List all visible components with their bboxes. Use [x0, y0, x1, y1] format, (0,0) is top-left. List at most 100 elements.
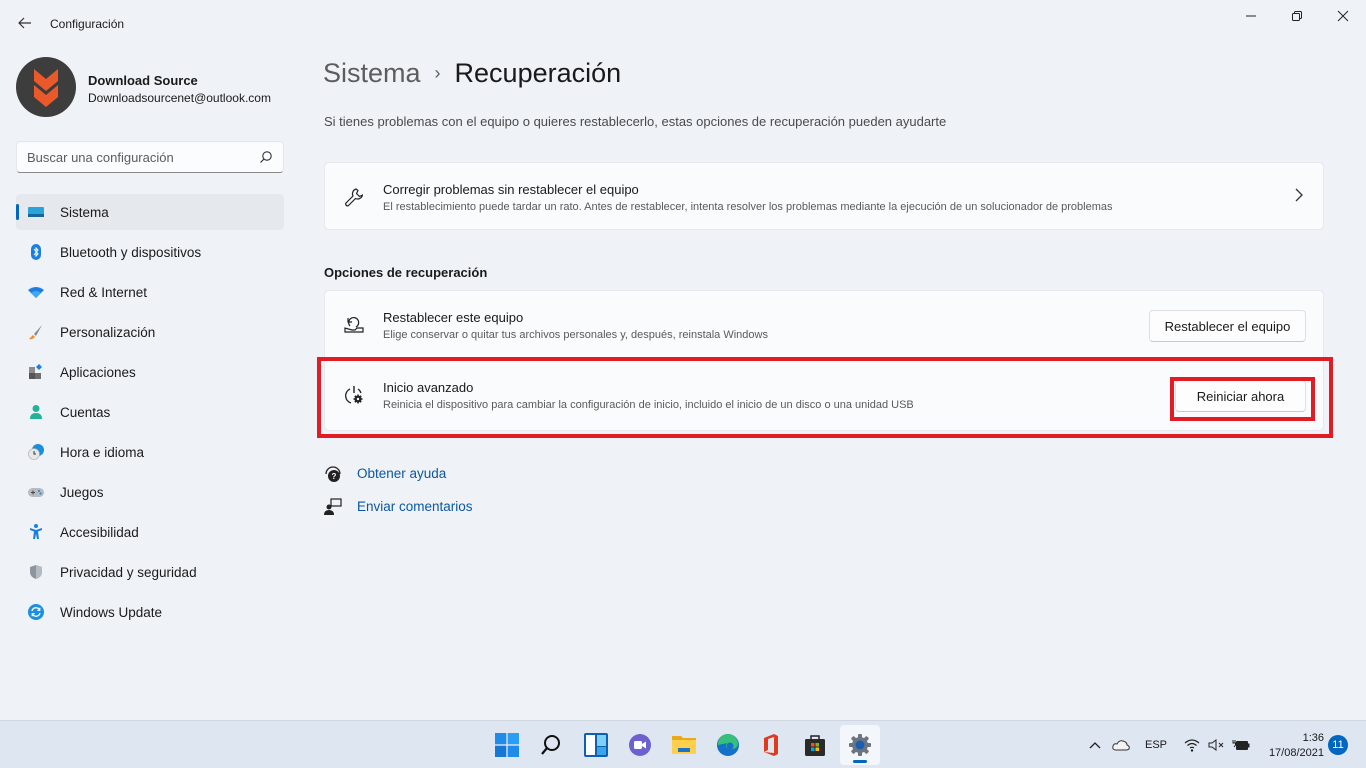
sidebar-item-label: Bluetooth y dispositivos — [60, 244, 202, 260]
download-source-logo-icon — [34, 69, 58, 107]
clock-time: 1:36 — [1302, 732, 1324, 744]
avatar — [16, 57, 76, 117]
page-subtitle: Si tienes problemas con el equipo o quie… — [324, 114, 947, 129]
chevron-up-icon — [1089, 742, 1101, 749]
reset-pc-icon — [344, 317, 364, 333]
volume-button[interactable] — [1208, 721, 1226, 768]
account-icon — [30, 405, 42, 419]
fix-card-description: El restablecimiento puede tardar un rato… — [383, 201, 1113, 213]
shield-icon — [30, 565, 42, 579]
reset-pc-title: Restablecer este equipo — [383, 310, 524, 325]
taskbar-search-button[interactable] — [531, 725, 571, 765]
battery-charging-icon — [1232, 740, 1250, 750]
sidebar-item-label: Cuentas — [60, 404, 111, 420]
sidebar-item-label: Red & Internet — [60, 284, 148, 300]
sidebar-item-label: Sistema — [60, 204, 109, 220]
section-heading: Opciones de recuperación — [324, 265, 488, 280]
sidebar-item-label: Accesibilidad — [60, 524, 139, 540]
back-button[interactable] — [14, 12, 36, 34]
wifi-icon — [1184, 739, 1200, 752]
edge-button[interactable] — [708, 725, 748, 765]
advanced-startup-row: Inicio avanzado Reinicia el dispositivo … — [325, 361, 1323, 431]
restart-now-button[interactable]: Reiniciar ahora — [1175, 380, 1306, 412]
sidebar-item-red-internet[interactable]: Red & Internet — [16, 274, 284, 310]
advanced-startup-title: Inicio avanzado — [383, 380, 474, 395]
office-icon — [764, 734, 778, 756]
reset-pc-button[interactable]: Restablecer el equipo — [1149, 310, 1306, 342]
office-button[interactable] — [751, 725, 791, 765]
sidebar-item-label: Aplicaciones — [60, 364, 136, 380]
apps-icon — [29, 364, 42, 379]
close-button[interactable] — [1320, 0, 1366, 32]
page-title: Recuperación — [454, 58, 622, 88]
help-icon: ? — [325, 466, 341, 482]
sidebar-item-accesibilidad[interactable]: Accesibilidad — [16, 514, 284, 550]
sidebar-item-label: Privacidad y seguridad — [60, 564, 197, 580]
sidebar-item-label: Juegos — [60, 484, 104, 500]
breadcrumb: Sistema › Recuperación — [323, 58, 621, 89]
search-box[interactable] — [16, 141, 284, 173]
sidebar-item-aplicaciones[interactable]: Aplicaciones — [16, 354, 284, 390]
taskbar: ESP 1:36 17/08/2021 11 — [0, 720, 1366, 768]
store-icon — [805, 735, 825, 756]
gamepad-icon — [28, 488, 44, 497]
sidebar-item-personalizacion[interactable]: Personalización — [16, 314, 284, 350]
store-button[interactable] — [795, 725, 835, 765]
brush-icon — [29, 325, 42, 340]
edge-browser-icon — [717, 733, 739, 756]
breadcrumb-parent[interactable]: Sistema — [323, 58, 421, 88]
widgets-icon — [584, 733, 608, 757]
svg-text:?: ? — [332, 472, 337, 481]
cloud-icon — [1112, 740, 1130, 751]
sidebar-item-juegos[interactable]: Juegos — [16, 474, 284, 510]
sidebar-item-label: Personalización — [60, 324, 156, 340]
sidebar-item-label: Hora e idioma — [60, 444, 145, 460]
language-indicator[interactable]: ESP — [1145, 721, 1167, 768]
file-explorer-button[interactable] — [664, 725, 704, 765]
chat-icon — [629, 734, 651, 756]
reset-pc-row: Restablecer este equipo Elige conservar … — [325, 291, 1323, 361]
search-input[interactable] — [17, 142, 247, 172]
maximize-button[interactable] — [1274, 0, 1320, 32]
sidebar-item-sistema[interactable]: Sistema — [16, 194, 284, 230]
wrench-icon — [345, 188, 364, 207]
sidebar-item-bluetooth[interactable]: Bluetooth y dispositivos — [16, 234, 284, 270]
notification-badge[interactable]: 11 — [1328, 735, 1348, 755]
language-label: ESP — [1145, 739, 1168, 751]
send-feedback-label[interactable]: Enviar comentarios — [357, 499, 473, 514]
sidebar-item-privacidad[interactable]: Privacidad y seguridad — [16, 554, 284, 590]
show-hidden-icons-button[interactable] — [1088, 721, 1102, 768]
bluetooth-icon — [31, 244, 41, 260]
restore-icon — [1292, 11, 1302, 21]
advanced-startup-description: Reinicia el dispositivo para cambiar la … — [383, 399, 914, 411]
sidebar-item-windows-update[interactable]: Windows Update — [16, 594, 284, 630]
system-icon — [28, 207, 44, 217]
windows-start-icon — [495, 733, 519, 757]
start-button[interactable] — [487, 725, 527, 765]
arrow-left-icon — [18, 17, 31, 29]
accessibility-icon — [30, 524, 42, 539]
clock-date: 17/08/2021 — [1268, 747, 1324, 759]
fix-card-title: Corregir problemas sin restablecer el eq… — [383, 182, 639, 197]
sidebar-nav: Sistema Bluetooth y dispositivos Red & I… — [16, 194, 284, 634]
search-icon[interactable] — [259, 150, 273, 164]
feedback-icon — [324, 498, 342, 515]
teams-chat-button[interactable] — [620, 725, 660, 765]
clock[interactable]: 1:36 17/08/2021 — [1262, 731, 1324, 761]
close-icon — [1337, 10, 1349, 22]
fix-problems-card[interactable]: Corregir problemas sin restablecer el eq… — [324, 162, 1324, 230]
battery-button[interactable] — [1232, 721, 1250, 768]
get-help-label[interactable]: Obtener ayuda — [357, 466, 446, 481]
wifi-icon — [28, 287, 44, 298]
settings-taskbar-button[interactable] — [840, 725, 880, 765]
minimize-button[interactable] — [1228, 0, 1274, 32]
network-button[interactable] — [1184, 721, 1200, 768]
gear-icon — [849, 734, 871, 756]
sidebar-item-hora-idioma[interactable]: Hora e idioma — [16, 434, 284, 470]
search-icon — [541, 735, 560, 755]
onedrive-button[interactable] — [1112, 721, 1130, 768]
sidebar-item-cuentas[interactable]: Cuentas — [16, 394, 284, 430]
recovery-options-card: Restablecer este equipo Elige conservar … — [324, 290, 1324, 431]
volume-muted-icon — [1208, 739, 1224, 751]
widgets-button[interactable] — [576, 725, 616, 765]
